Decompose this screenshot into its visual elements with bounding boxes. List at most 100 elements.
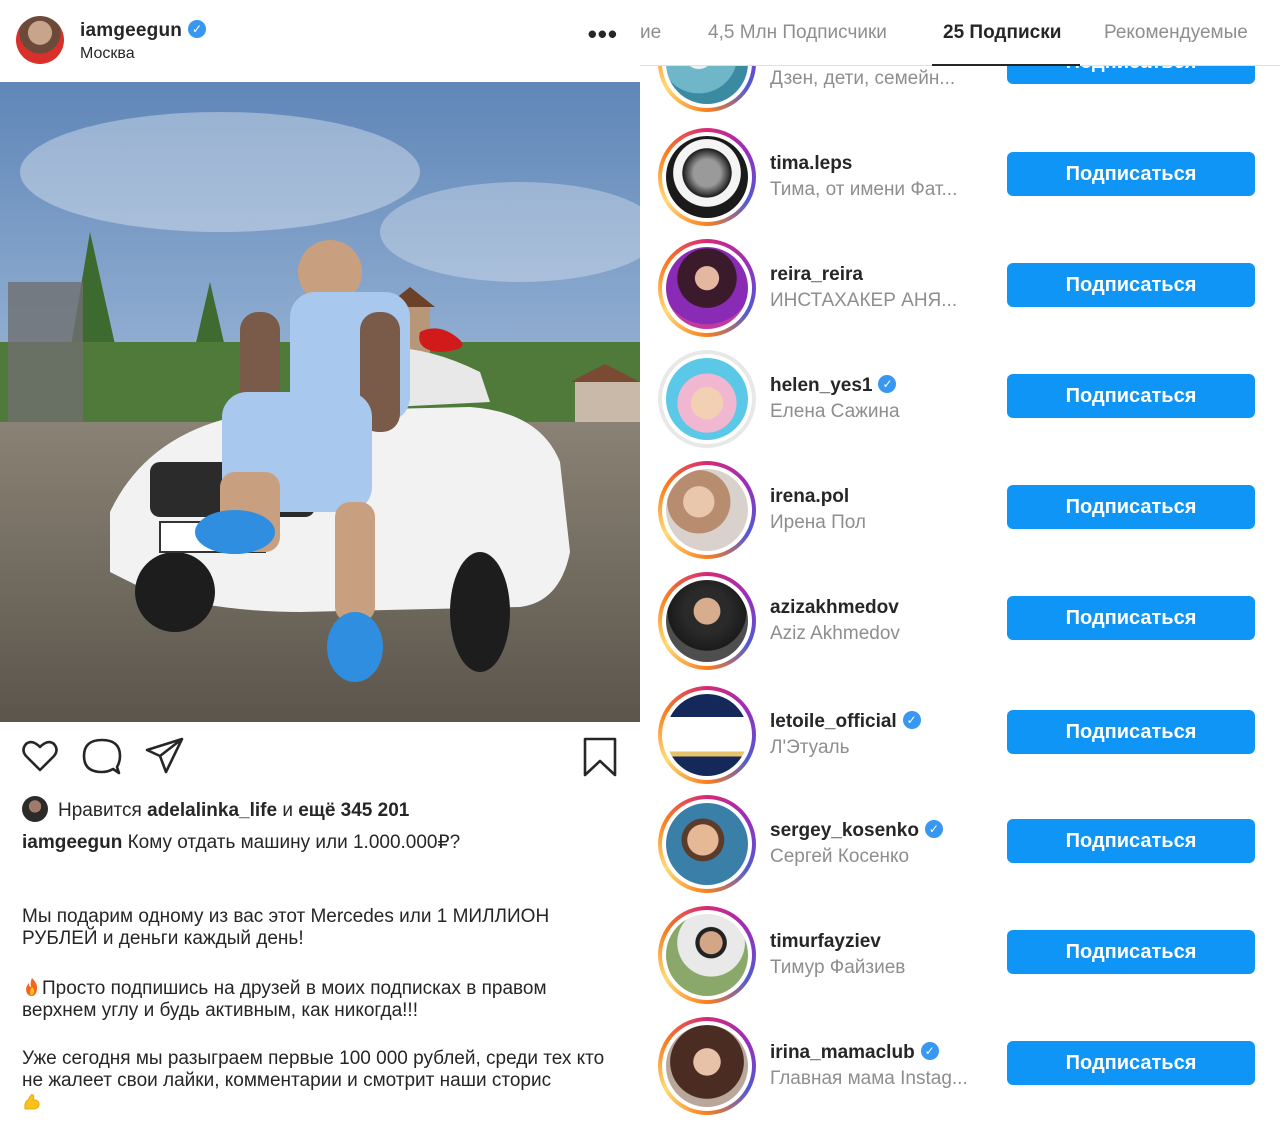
account-username[interactable]: tima.leps [770,153,852,175]
more-dots-icon[interactable]: ••• [588,21,618,47]
account-avatar [666,247,748,329]
verified-badge-icon: ✓ [924,819,943,838]
story-ring[interactable] [658,795,756,893]
tab-following[interactable]: 25 Подписки [943,22,1061,44]
account-row: helen_yes1 ✓ Елена Сажина Подписаться [640,342,1280,453]
account-fullname: Aziz Akhmedov [770,623,900,644]
follow-button[interactable]: Подписаться [1007,1041,1255,1085]
like-heart-icon[interactable] [20,736,60,776]
account-fullname: Сергей Косенко [770,846,910,867]
follow-button[interactable]: Подписаться [1007,710,1255,754]
account-row: sergey_kosenko ✓ Сергей Косенко Подписать… [640,786,1280,897]
follow-button[interactable]: Подписаться [1007,596,1255,640]
account-username-text[interactable]: sergey_kosenko [770,820,919,841]
account-avatar [666,358,748,440]
likes-count[interactable]: ещё 345 201 [298,800,409,821]
account-row: timurfayziev Тимур Файзиев Подписаться [640,897,1280,1008]
account-avatar [666,1025,748,1107]
instagram-post: iamgeegun ✓ Москва ••• Нравится adelalin… [0,0,640,1122]
account-avatar [666,694,748,776]
caption-text: Кому отдать машину или 1.000.000₽? [127,832,461,853]
story-ring[interactable] [658,572,756,670]
tab-recommended[interactable]: Рекомендуемые [1104,22,1248,44]
post-actions-bar [0,722,640,798]
account-row: reira_reira ИНСТАХАКЕР АНЯ... Подписатьс… [640,231,1280,342]
account-row: azizakhmedov Aziz Akhmedov Подписаться [640,564,1280,675]
account-fullname: Тимур Файзиев [770,957,906,978]
account-username-text[interactable]: letoile_official [770,711,897,732]
account-fullname: Дзен, дети, семейн... [770,68,956,89]
account-row: letoile_official ✓ Л'Этуаль Подписаться [640,675,1280,786]
caption-paragraph-3-text: Уже сегодня мы разыграем первые 100 000 … [22,1048,605,1091]
account-row: tima.leps Тима, от имени Фат... Подписат… [640,120,1280,231]
post-photo[interactable] [0,82,640,722]
caption-author[interactable]: iamgeegun [22,832,122,853]
account-username[interactable]: sergey_kosenko ✓ [770,819,943,842]
post-author-avatar[interactable] [16,16,64,64]
account-fullname: ИНСТАХАКЕР АНЯ... [770,290,958,311]
post-author-username[interactable]: iamgeegun ✓ [80,19,207,42]
account-avatar [666,469,748,551]
post-author-name[interactable]: iamgeegun [80,20,182,41]
verified-badge-icon: ✓ [920,1041,939,1060]
account-username[interactable]: timurfayziev [770,931,881,953]
share-send-icon[interactable] [144,736,184,776]
account-avatar [666,803,748,885]
post-header: iamgeegun ✓ Москва ••• [0,0,640,82]
fire-emoji-icon [26,978,38,996]
likes-prefix: Нравится [58,800,142,822]
account-username[interactable]: irina_mamaclub ✓ [770,1041,939,1064]
caption-paragraph-1: Мы подарим одному из вас этот Mercedes и… [22,906,550,949]
follow-button[interactable]: Подписаться [1007,819,1255,863]
avatar-ring[interactable] [658,350,756,448]
account-fullname: Главная мама Instag... [770,1068,968,1089]
caption-paragraph-2: Просто подпишись на друзей в моих подпис… [22,977,622,1022]
bookmark-save-icon[interactable] [582,736,618,778]
flexed-biceps-emoji-icon [24,1094,40,1110]
account-avatar [666,580,748,662]
account-row: irina_mamaclub ✓ Главная мама Instag... П… [640,1008,1280,1119]
liker-username[interactable]: adelalinka_life [147,800,277,821]
account-username[interactable]: azizakhmedov [770,597,899,619]
verified-badge-icon: ✓ [188,19,207,38]
tab-partial[interactable]: ие [640,22,661,44]
active-tab-underline [932,64,1080,66]
account-username[interactable]: letoile_official ✓ [770,710,921,733]
follow-button[interactable]: Подписаться [1007,152,1255,196]
account-fullname: Тима, от имени Фат... [770,179,958,200]
account-username-text[interactable]: irina_mamaclub [770,1042,915,1063]
post-location[interactable]: Москва [80,45,135,63]
account-avatar [666,914,748,996]
account-fullname: Л'Этуаль [770,737,850,758]
account-row: irena.pol Ирена Пол Подписаться [640,453,1280,564]
account-username[interactable]: reira_reira [770,264,863,286]
tab-followers[interactable]: 4,5 Млн Подписчики [708,22,887,44]
story-ring[interactable] [658,906,756,1004]
account-username[interactable]: irena.pol [770,486,849,508]
account-fullname: Ирена Пол [770,512,867,533]
account-fullname: Елена Сажина [770,401,900,422]
follow-button[interactable]: Подписаться [1007,930,1255,974]
likes-conjunction: и [282,800,293,822]
account-username[interactable]: helen_yes1 ✓ [770,374,897,397]
likes-summary[interactable]: Нравится adelalinka_life и ещё 345 201 [22,796,409,822]
caption-paragraph-3: Уже сегодня мы разыграем первые 100 000 … [22,1048,622,1115]
follow-button[interactable]: Подписаться [1007,374,1255,418]
account-username-text[interactable]: helen_yes1 [770,375,872,396]
profile-tabs: ие 4,5 Млн Подписчики 25 Подписки Рекоме… [640,0,1280,66]
liker-avatar [22,796,48,822]
post-caption: iamgeegun Кому отдать машину или 1.000.0… [22,832,622,854]
verified-badge-icon: ✓ [902,710,921,729]
story-ring[interactable] [658,128,756,226]
story-ring[interactable] [658,461,756,559]
verified-badge-icon: ✓ [878,374,897,393]
story-ring[interactable] [658,239,756,337]
story-ring[interactable] [658,686,756,784]
following-panel: ие 4,5 Млн Подписчики 25 Подписки Рекоме… [640,0,1280,1122]
caption-paragraph-2-text: Просто подпишись на друзей в моих подпис… [22,978,547,1021]
follow-button[interactable]: Подписаться [1007,263,1255,307]
account-avatar [666,136,748,218]
story-ring[interactable] [658,1017,756,1115]
comment-icon[interactable] [82,736,122,776]
follow-button[interactable]: Подписаться [1007,485,1255,529]
